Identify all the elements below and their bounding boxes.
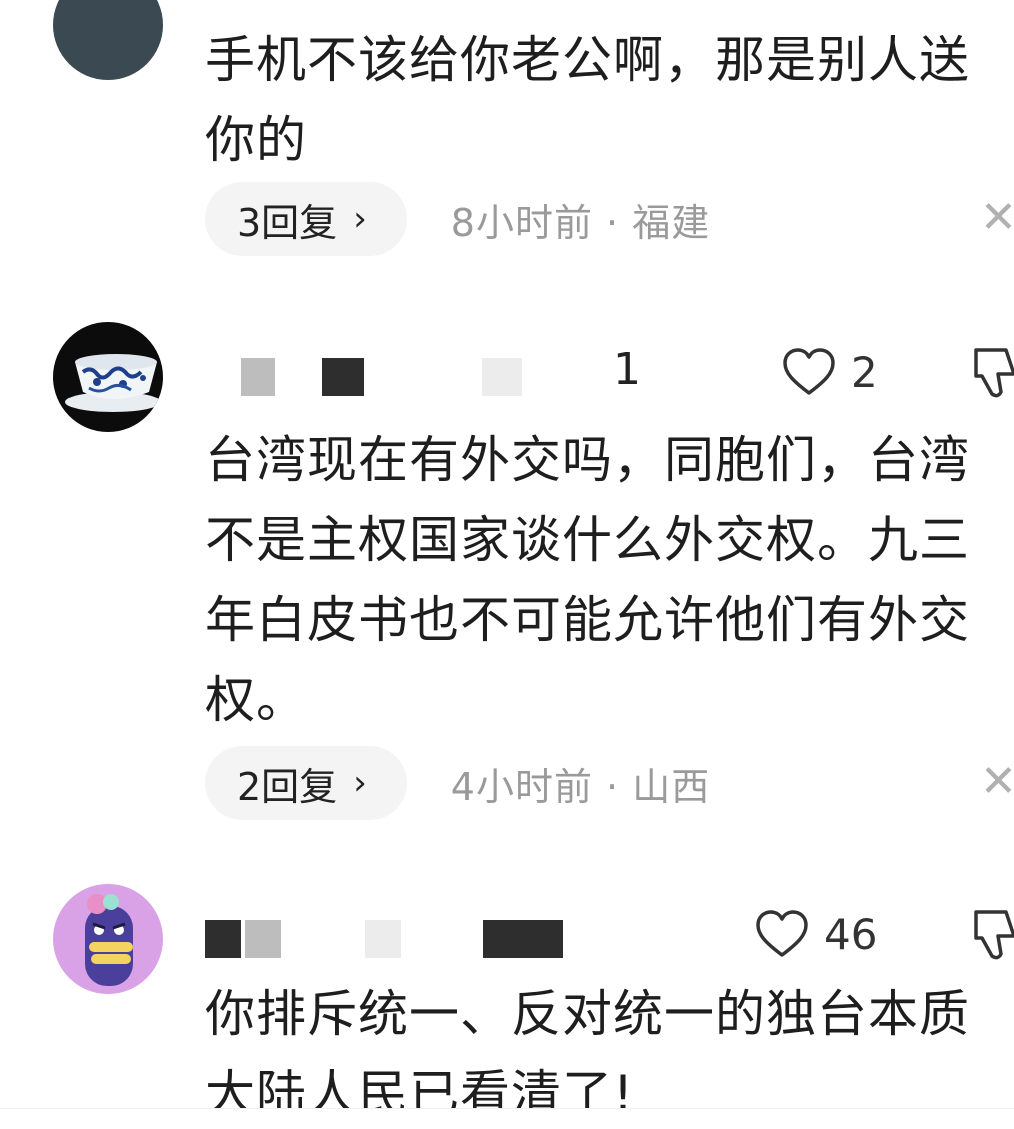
comment-text: 手机不该给你老公啊，那是别人送你的 bbox=[205, 31, 970, 169]
chevron-right-icon: › bbox=[353, 199, 367, 239]
cartoon-avatar-image bbox=[53, 884, 163, 994]
reply-button[interactable]: 3回复 › bbox=[205, 182, 407, 256]
comment-list: 手机不该给你老公啊，那是别人送你的 3回复 › 8小时前 · 福建 ✕ 1 2 … bbox=[0, 0, 1014, 1129]
username-redacted[interactable]: 1 bbox=[205, 340, 641, 410]
like-count: 2 bbox=[851, 347, 878, 397]
avatar[interactable] bbox=[53, 322, 163, 432]
comment-item: 46 你排斥统一、反对统一的独台本质大陆人民已看清了! bbox=[0, 884, 1014, 1129]
like-button[interactable]: 46 bbox=[754, 904, 877, 964]
time-location: 4小时前 · 山西 bbox=[450, 764, 711, 809]
comment-text: 台湾现在有外交吗，同胞们，台湾不是主权国家谈什么外交权。九三年白皮书也不可能允许… bbox=[205, 431, 970, 729]
close-icon[interactable]: ✕ bbox=[980, 196, 1014, 240]
teacup-avatar-image bbox=[53, 322, 163, 432]
like-button[interactable]: 2 bbox=[781, 342, 878, 402]
reply-count-label: 2回复 bbox=[237, 764, 338, 809]
comment-item: 手机不该给你老公啊，那是别人送你的 3回复 › 8小时前 · 福建 ✕ bbox=[0, 0, 1014, 270]
reply-count-label: 3回复 bbox=[237, 200, 338, 245]
comment-text: 你排斥统一、反对统一的独台本质大陆人民已看清了! bbox=[205, 985, 970, 1123]
comment-item: 1 2 台湾现在有外交吗，同胞们，台湾不是主权国家谈什么外交权。九三年白皮书也不… bbox=[0, 322, 1014, 822]
avatar[interactable] bbox=[53, 0, 163, 80]
thumbs-down-icon[interactable] bbox=[968, 906, 1014, 962]
heart-outline-icon bbox=[756, 910, 808, 957]
username-suffix: 1 bbox=[613, 344, 641, 395]
comment-meta: 3回复 › 8小时前 · 福建 bbox=[205, 180, 710, 258]
thumbs-down-icon[interactable] bbox=[968, 344, 1014, 400]
username-redacted[interactable] bbox=[205, 902, 625, 972]
avatar[interactable] bbox=[53, 884, 163, 994]
comment-meta: 2回复 › 4小时前 · 山西 bbox=[205, 744, 710, 822]
chevron-right-icon: › bbox=[353, 763, 367, 803]
reply-button[interactable]: 2回复 › bbox=[205, 746, 407, 820]
like-count: 46 bbox=[824, 909, 878, 959]
close-icon[interactable]: ✕ bbox=[980, 760, 1014, 804]
time-location: 8小时前 · 福建 bbox=[450, 200, 711, 245]
heart-outline-icon bbox=[783, 348, 835, 395]
bottom-edge bbox=[0, 1108, 1014, 1129]
